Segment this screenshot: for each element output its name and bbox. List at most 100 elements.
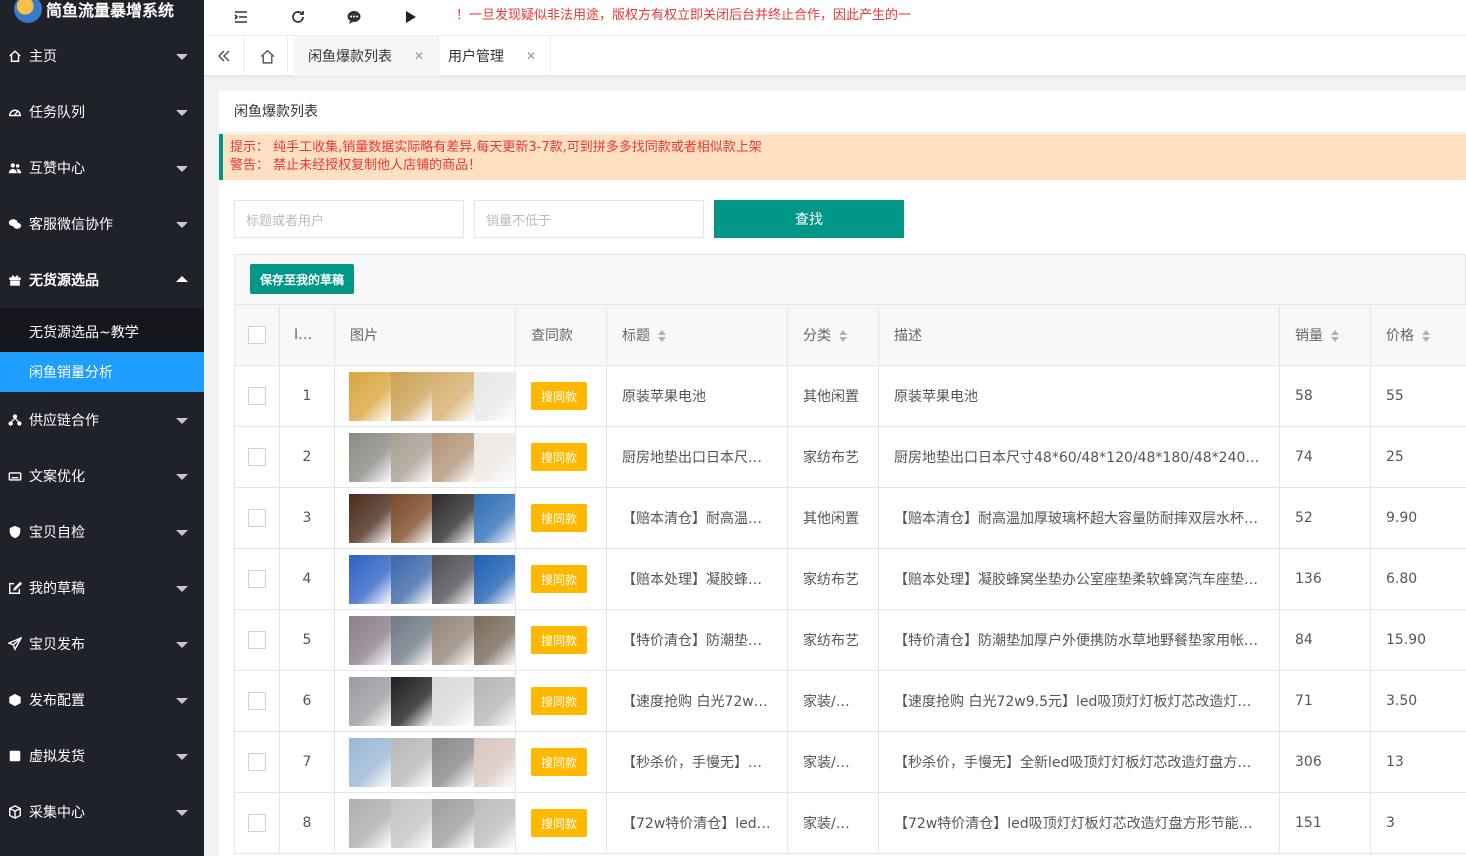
category-cell: 家纺布艺: [787, 548, 879, 610]
product-thumbnail[interactable]: [473, 493, 515, 543]
sort-icon[interactable]: [839, 330, 847, 342]
product-thumbnail[interactable]: [349, 432, 391, 482]
save-to-drafts-button[interactable]: 保存至我的草稿: [250, 264, 355, 294]
product-thumbnail[interactable]: [473, 432, 515, 482]
table-row: 8 搜同款【72w特价清仓】led吸顶灯灯板灯芯改造灯盘方形节能灯家装/建材【72…: [234, 792, 1466, 854]
search-same-button[interactable]: 搜同款: [531, 809, 587, 837]
row-checkbox[interactable]: [248, 692, 266, 710]
sidebar-item-4[interactable]: 无货源选品: [0, 252, 204, 308]
sort-icon[interactable]: [1422, 330, 1430, 342]
search-same-button[interactable]: 搜同款: [531, 382, 587, 410]
sidebar-item-5[interactable]: 供应链合作: [0, 392, 204, 448]
sidebar-item-label: 虚拟发货: [29, 749, 85, 765]
desc-cell: 【速度抢购 白光72w9.5元】led吸顶灯灯板灯芯改造灯盘方形节能灯: [878, 670, 1280, 732]
tabs-scroll-left-icon[interactable]: [204, 36, 244, 76]
search-same-button[interactable]: 搜同款: [531, 565, 587, 593]
desc-column-header: 描述: [878, 304, 1280, 366]
title-column-header[interactable]: 标题: [606, 304, 788, 366]
tab-user-management[interactable]: 用户管理 ✕: [434, 36, 552, 76]
search-button[interactable]: 查找: [714, 200, 904, 238]
product-thumbnail[interactable]: [432, 798, 474, 848]
sort-icon[interactable]: [1331, 330, 1339, 342]
min-sales-input[interactable]: 销量不低于: [474, 200, 704, 238]
close-icon[interactable]: ✕: [414, 49, 424, 63]
sort-icon[interactable]: [658, 330, 666, 342]
id-column-header[interactable]: ID: [279, 304, 335, 366]
product-thumbnail[interactable]: [349, 798, 391, 848]
product-thumbnail[interactable]: [432, 493, 474, 543]
chat-icon[interactable]: [341, 4, 367, 30]
product-thumbnail[interactable]: [390, 798, 432, 848]
row-checkbox[interactable]: [248, 753, 266, 771]
product-thumbnail[interactable]: [432, 432, 474, 482]
pic-cell: [334, 426, 516, 488]
home-tab-icon[interactable]: [248, 36, 288, 76]
product-thumbnail[interactable]: [473, 615, 515, 665]
product-thumbnail[interactable]: [390, 371, 432, 421]
price-cell: 3: [1370, 792, 1466, 854]
title-header-label: 标题: [622, 328, 650, 344]
play-icon[interactable]: [397, 4, 423, 30]
product-thumbnail[interactable]: [390, 554, 432, 604]
sidebar-item-12[interactable]: 采集中心: [0, 784, 204, 840]
product-thumbnail[interactable]: [390, 432, 432, 482]
sort-icon[interactable]: [316, 329, 325, 341]
sidebar-item-1[interactable]: 任务队列: [0, 84, 204, 140]
sidebar-item-8[interactable]: 我的草稿: [0, 560, 204, 616]
sidebar-item-7[interactable]: 宝贝自检: [0, 504, 204, 560]
search-same-button[interactable]: 搜同款: [531, 626, 587, 654]
select-all-checkbox[interactable]: [248, 326, 266, 344]
product-thumbnail[interactable]: [349, 554, 391, 604]
category-cell: 家装/建材: [787, 792, 879, 854]
product-thumbnail[interactable]: [473, 554, 515, 604]
close-icon[interactable]: ✕: [526, 49, 536, 63]
sales-header-label: 销量: [1295, 328, 1323, 344]
product-thumbnail[interactable]: [473, 798, 515, 848]
product-thumbnail[interactable]: [390, 493, 432, 543]
row-checkbox[interactable]: [248, 509, 266, 527]
row-checkbox[interactable]: [248, 631, 266, 649]
sidebar-item-9[interactable]: 宝贝发布: [0, 616, 204, 672]
sidebar-item-0[interactable]: 主页: [0, 28, 204, 84]
chevron-down-icon: [176, 698, 188, 704]
product-thumbnail[interactable]: [473, 737, 515, 787]
search-same-button[interactable]: 搜同款: [531, 504, 587, 532]
product-thumbnail[interactable]: [390, 615, 432, 665]
refresh-icon[interactable]: [285, 4, 311, 30]
price-column-header[interactable]: 价格: [1370, 304, 1466, 366]
product-thumbnail[interactable]: [349, 615, 391, 665]
sidebar-item-6[interactable]: 文案优化: [0, 448, 204, 504]
product-thumbnail[interactable]: [349, 676, 391, 726]
sidebar-item-10[interactable]: 发布配置: [0, 672, 204, 728]
product-thumbnail[interactable]: [473, 371, 515, 421]
row-checkbox[interactable]: [248, 387, 266, 405]
row-checkbox[interactable]: [248, 570, 266, 588]
product-thumbnail[interactable]: [432, 737, 474, 787]
product-thumbnail[interactable]: [349, 371, 391, 421]
sidebar-item-11[interactable]: 虚拟发货: [0, 728, 204, 784]
product-thumbnail[interactable]: [432, 615, 474, 665]
app-logo[interactable]: 简鱼流量暴增系统: [0, 0, 204, 28]
product-thumbnail[interactable]: [432, 676, 474, 726]
search-same-button[interactable]: 搜同款: [531, 687, 587, 715]
menu-toggle-icon[interactable]: [228, 4, 254, 30]
product-thumbnail[interactable]: [390, 737, 432, 787]
product-thumbnail[interactable]: [473, 676, 515, 726]
search-same-button[interactable]: 搜同款: [531, 748, 587, 776]
title-or-user-input[interactable]: 标题或者用户: [234, 200, 464, 238]
row-checkbox[interactable]: [248, 814, 266, 832]
sidebar-subitem-1[interactable]: 闲鱼销量分析: [0, 352, 204, 392]
sales-column-header[interactable]: 销量: [1279, 304, 1371, 366]
tab-xianyu-list[interactable]: 闲鱼爆款列表 ✕: [294, 36, 440, 76]
sidebar-subitem-0[interactable]: 无货源选品~教学: [0, 312, 204, 352]
product-thumbnail[interactable]: [432, 371, 474, 421]
row-checkbox[interactable]: [248, 448, 266, 466]
product-thumbnail[interactable]: [390, 676, 432, 726]
product-thumbnail[interactable]: [432, 554, 474, 604]
category-column-header[interactable]: 分类: [787, 304, 879, 366]
product-thumbnail[interactable]: [349, 737, 391, 787]
sidebar-item-3[interactable]: 客服微信协作: [0, 196, 204, 252]
search-same-button[interactable]: 搜同款: [531, 443, 587, 471]
sidebar-item-2[interactable]: 互赞中心: [0, 140, 204, 196]
product-thumbnail[interactable]: [349, 493, 391, 543]
